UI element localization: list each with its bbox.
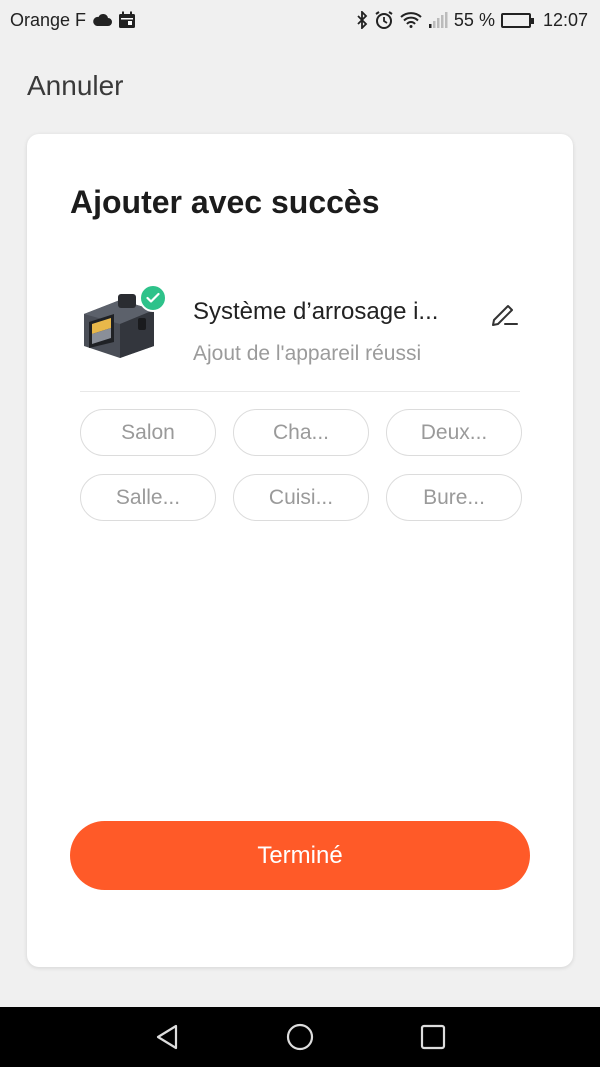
bluetooth-icon — [356, 11, 368, 29]
back-icon[interactable] — [147, 1017, 187, 1057]
cloud-icon — [92, 13, 113, 27]
room-chip-bureau[interactable]: Bure... — [386, 474, 522, 521]
signal-icon — [428, 12, 448, 28]
recents-icon[interactable] — [413, 1017, 453, 1057]
room-chip-deuxieme[interactable]: Deux... — [386, 409, 522, 456]
clock: 12:07 — [542, 9, 588, 30]
done-button[interactable]: Terminé — [70, 821, 530, 890]
room-chip-salle[interactable]: Salle... — [80, 474, 216, 521]
status-left: Orange F — [10, 10, 136, 31]
alarm-icon — [374, 10, 394, 30]
battery-icon — [500, 12, 534, 28]
battery-percent: 55 % — [453, 9, 495, 30]
room-chip-salon[interactable]: Salon — [80, 409, 216, 456]
home-icon[interactable] — [280, 1017, 320, 1057]
nav-bar — [0, 1007, 600, 1067]
status-right: 55 % 12:07 — [356, 10, 588, 31]
device-row: Système d’arrosage i... Ajout de l'appar… — [80, 284, 520, 394]
status-bar: Orange F 55 % 12:07 — [0, 0, 600, 40]
check-badge-icon — [139, 284, 167, 312]
room-chip-cuisine[interactable]: Cuisi... — [233, 474, 369, 521]
divider — [80, 391, 520, 392]
wifi-icon — [400, 12, 422, 28]
room-chip-chambre[interactable]: Cha... — [233, 409, 369, 456]
cancel-button[interactable]: Annuler — [27, 70, 124, 102]
edit-icon[interactable] — [488, 298, 520, 330]
success-card: Ajouter avec succès Système d’arrosage i… — [27, 134, 573, 967]
device-status: Ajout de l'appareil réussi — [193, 342, 422, 365]
room-chips: Salon Cha... Deux... Salle... Cuisi... B… — [80, 409, 522, 521]
calendar-icon — [118, 11, 136, 29]
carrier-label: Orange F — [10, 9, 87, 30]
device-name: Système d’arrosage i... — [193, 298, 439, 325]
card-title: Ajouter avec succès — [70, 184, 380, 220]
